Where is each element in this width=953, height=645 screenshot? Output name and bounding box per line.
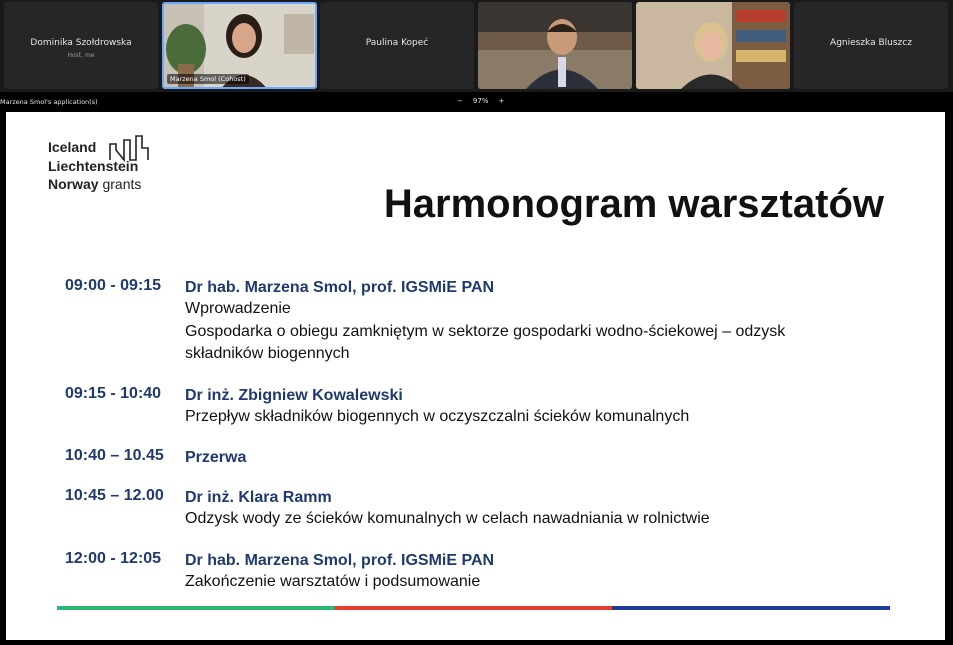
- shared-slide: Iceland Liechtenstein Norway grants Harm…: [6, 112, 945, 640]
- stripe-green: [57, 606, 335, 610]
- logo-mark-icon: [109, 135, 149, 163]
- agenda-description: składników biogennych: [185, 345, 350, 362]
- agenda-time: 12:00 - 12:05: [65, 549, 162, 567]
- participant-name: Agnieszka Bluszcz: [830, 38, 912, 48]
- stripe-blue: [612, 606, 891, 610]
- agenda-description: Gospodarka o obiegu zamkniętym w sektorz…: [185, 322, 786, 340]
- participant-tile-dominika[interactable]: Dominika Szołdrowska Host, me: [4, 2, 158, 89]
- share-bar: Marzena Smol's application(s) − 97% +: [0, 92, 953, 112]
- agenda-time: 09:00 - 09:15: [65, 277, 162, 294]
- agenda-entry: 10:40 – 10.45 Przerwa: [65, 447, 925, 468]
- participant-video-strip: Dominika Szołdrowska Host, me Marzena Sm…: [0, 0, 953, 92]
- participant-tile-paulina[interactable]: Paulina Kopeć: [320, 2, 474, 89]
- agenda-entry: 12:00 - 12:05 Dr hab. Marzena Smol, prof…: [65, 550, 925, 594]
- participant-tile-video-woman[interactable]: [636, 2, 790, 89]
- participant-video: [636, 2, 790, 89]
- zoom-out-button[interactable]: −: [457, 97, 463, 105]
- participant-tile-marzena[interactable]: Marzena Smol (Cohost): [162, 2, 317, 89]
- zoom-controls: − 97% +: [452, 97, 509, 105]
- agenda-speaker: Dr inż. Zbigniew Kowalewski: [185, 386, 403, 404]
- agenda-time: 09:15 - 10:40: [65, 384, 162, 402]
- zoom-in-button[interactable]: +: [498, 97, 504, 105]
- agenda-list: 09:00 - 09:15 Dr hab. Marzena Smol, prof…: [65, 277, 925, 612]
- zoom-level: 97%: [472, 97, 489, 105]
- participant-role: Host, me: [67, 52, 95, 59]
- eea-grants-logo: Iceland Liechtenstein Norway grants: [48, 135, 149, 194]
- agenda-time: 10:45 – 12.00: [65, 487, 164, 504]
- slide-title: Harmonogram warsztatów: [383, 182, 884, 226]
- agenda-entry: 09:15 - 10:40 Dr inż. Zbigniew Kowalewsk…: [65, 385, 925, 429]
- agenda-speaker: Dr inż. Klara Ramm: [185, 489, 332, 506]
- logo-line-norway: Norway: [48, 176, 99, 192]
- agenda-speaker: Dr hab. Marzena Smol, prof. IGSMiE PAN: [185, 551, 495, 569]
- agenda-entry: 10:45 – 12.00 Dr inż. Klara Ramm Odzysk …: [65, 487, 925, 531]
- participant-label: Marzena Smol (Cohost): [167, 74, 249, 84]
- participant-tile-agnieszka[interactable]: Agnieszka Bluszcz: [794, 2, 948, 89]
- agenda-description: Zakończenie warsztatów i podsumowanie: [185, 572, 481, 590]
- agenda-time: 10:40 – 10.45: [65, 447, 164, 464]
- agenda-speaker: Przerwa: [185, 449, 247, 466]
- agenda-entry: 09:00 - 09:15 Dr hab. Marzena Smol, prof…: [65, 277, 925, 366]
- agenda-description: Wprowadzenie: [185, 300, 291, 317]
- stripe-red: [334, 606, 613, 610]
- agenda-description: Odzysk wody ze ścieków komunalnych w cel…: [185, 510, 710, 527]
- participant-tile-video-man[interactable]: [478, 2, 632, 89]
- tricolor-stripe: [57, 606, 891, 610]
- participant-name: Dominika Szołdrowska: [30, 38, 132, 48]
- shared-application-title: Marzena Smol's application(s): [0, 98, 98, 106]
- participant-name: Paulina Kopeć: [365, 38, 429, 48]
- agenda-description: Przepływ składników biogennych w oczyszc…: [185, 407, 690, 425]
- agenda-speaker: Dr hab. Marzena Smol, prof. IGSMiE PAN: [185, 279, 495, 296]
- participant-video: [478, 2, 632, 89]
- logo-line-grants: grants: [102, 176, 142, 192]
